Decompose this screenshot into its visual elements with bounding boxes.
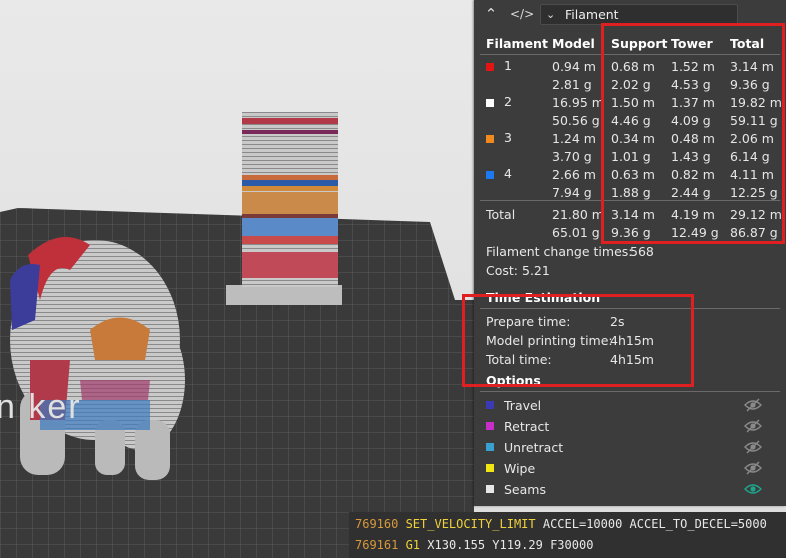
eye-icon[interactable] bbox=[744, 482, 762, 496]
option-color-swatch bbox=[486, 464, 494, 472]
eye-off-icon[interactable] bbox=[744, 440, 762, 454]
gcode-line: 769161 G1 X130.155 Y119.29 F30000 bbox=[355, 535, 593, 556]
option-unretract[interactable]: Unretract bbox=[474, 437, 786, 458]
option-label: Unretract bbox=[504, 440, 564, 455]
filament-change-value: 568 bbox=[630, 244, 654, 259]
view-type-value: Filament bbox=[565, 7, 619, 22]
filament-id: 3 bbox=[504, 130, 512, 145]
options-divider bbox=[480, 391, 780, 392]
filament-swatch bbox=[486, 99, 494, 107]
filament-swatch bbox=[486, 63, 494, 71]
option-travel[interactable]: Travel bbox=[474, 395, 786, 416]
bed-logo: n ker bbox=[0, 388, 82, 426]
usage-model: 16.95 m 50.56 g bbox=[552, 95, 604, 128]
gcode-viewer: 769160 SET_VELOCITY_LIMIT ACCEL=10000 AC… bbox=[349, 512, 786, 558]
option-label: Wipe bbox=[504, 461, 536, 476]
filament-swatch bbox=[486, 171, 494, 179]
option-label: Seams bbox=[504, 482, 546, 497]
highlight-box-usage bbox=[601, 23, 785, 244]
cost-value: 5.21 bbox=[522, 263, 550, 278]
gcode-args: X130.155 Y119.29 F30000 bbox=[427, 538, 594, 552]
chevrons-up-icon[interactable]: ⌃ bbox=[482, 5, 500, 23]
option-retract[interactable]: Retract bbox=[474, 416, 786, 437]
filament-id: 2 bbox=[504, 94, 512, 109]
filament-swatch bbox=[486, 135, 494, 143]
total-label: Total bbox=[486, 207, 516, 222]
total-model: 21.80 m 65.01 g bbox=[552, 207, 604, 240]
option-seams[interactable]: Seams bbox=[474, 479, 786, 500]
option-color-swatch bbox=[486, 422, 494, 430]
gcode-line-number: 769161 bbox=[355, 538, 406, 552]
usage-model: 0.94 m 2.81 g bbox=[552, 59, 596, 92]
usage-model: 2.66 m 7.94 g bbox=[552, 167, 596, 200]
usage-model: 1.24 m 3.70 g bbox=[552, 131, 596, 164]
prime-tower bbox=[226, 112, 342, 305]
chevron-down-icon: ⌄ bbox=[546, 8, 556, 21]
option-label: Travel bbox=[504, 398, 542, 413]
gcode-line: 769160 SET_VELOCITY_LIMIT ACCEL=10000 AC… bbox=[355, 514, 767, 535]
option-color-swatch bbox=[486, 443, 494, 451]
gcode-command: G1 bbox=[405, 538, 428, 552]
option-color-swatch bbox=[486, 485, 494, 493]
code-icon[interactable]: </> bbox=[510, 5, 534, 23]
cost-label: Cost: bbox=[486, 263, 519, 278]
eye-off-icon[interactable] bbox=[744, 461, 762, 475]
gcode-args: ACCEL=10000 ACCEL_TO_DECEL=5000 bbox=[542, 517, 767, 531]
filament-id: 4 bbox=[504, 166, 512, 181]
eye-off-icon[interactable] bbox=[744, 419, 762, 433]
option-color-swatch bbox=[486, 401, 494, 409]
eye-off-icon[interactable] bbox=[744, 398, 762, 412]
option-label: Retract bbox=[504, 419, 550, 434]
gcode-line-number: 769160 bbox=[355, 517, 406, 531]
filament-id: 1 bbox=[504, 58, 512, 73]
col-header-filament: Filament bbox=[486, 36, 548, 51]
col-header-model: Model bbox=[552, 36, 595, 51]
option-wipe[interactable]: Wipe bbox=[474, 458, 786, 479]
filament-change-label: Filament change times: bbox=[486, 244, 633, 259]
gcode-command: SET_VELOCITY_LIMIT bbox=[405, 517, 543, 531]
view-type-select[interactable]: ⌄ Filament bbox=[540, 4, 738, 25]
highlight-box-time bbox=[462, 294, 694, 387]
